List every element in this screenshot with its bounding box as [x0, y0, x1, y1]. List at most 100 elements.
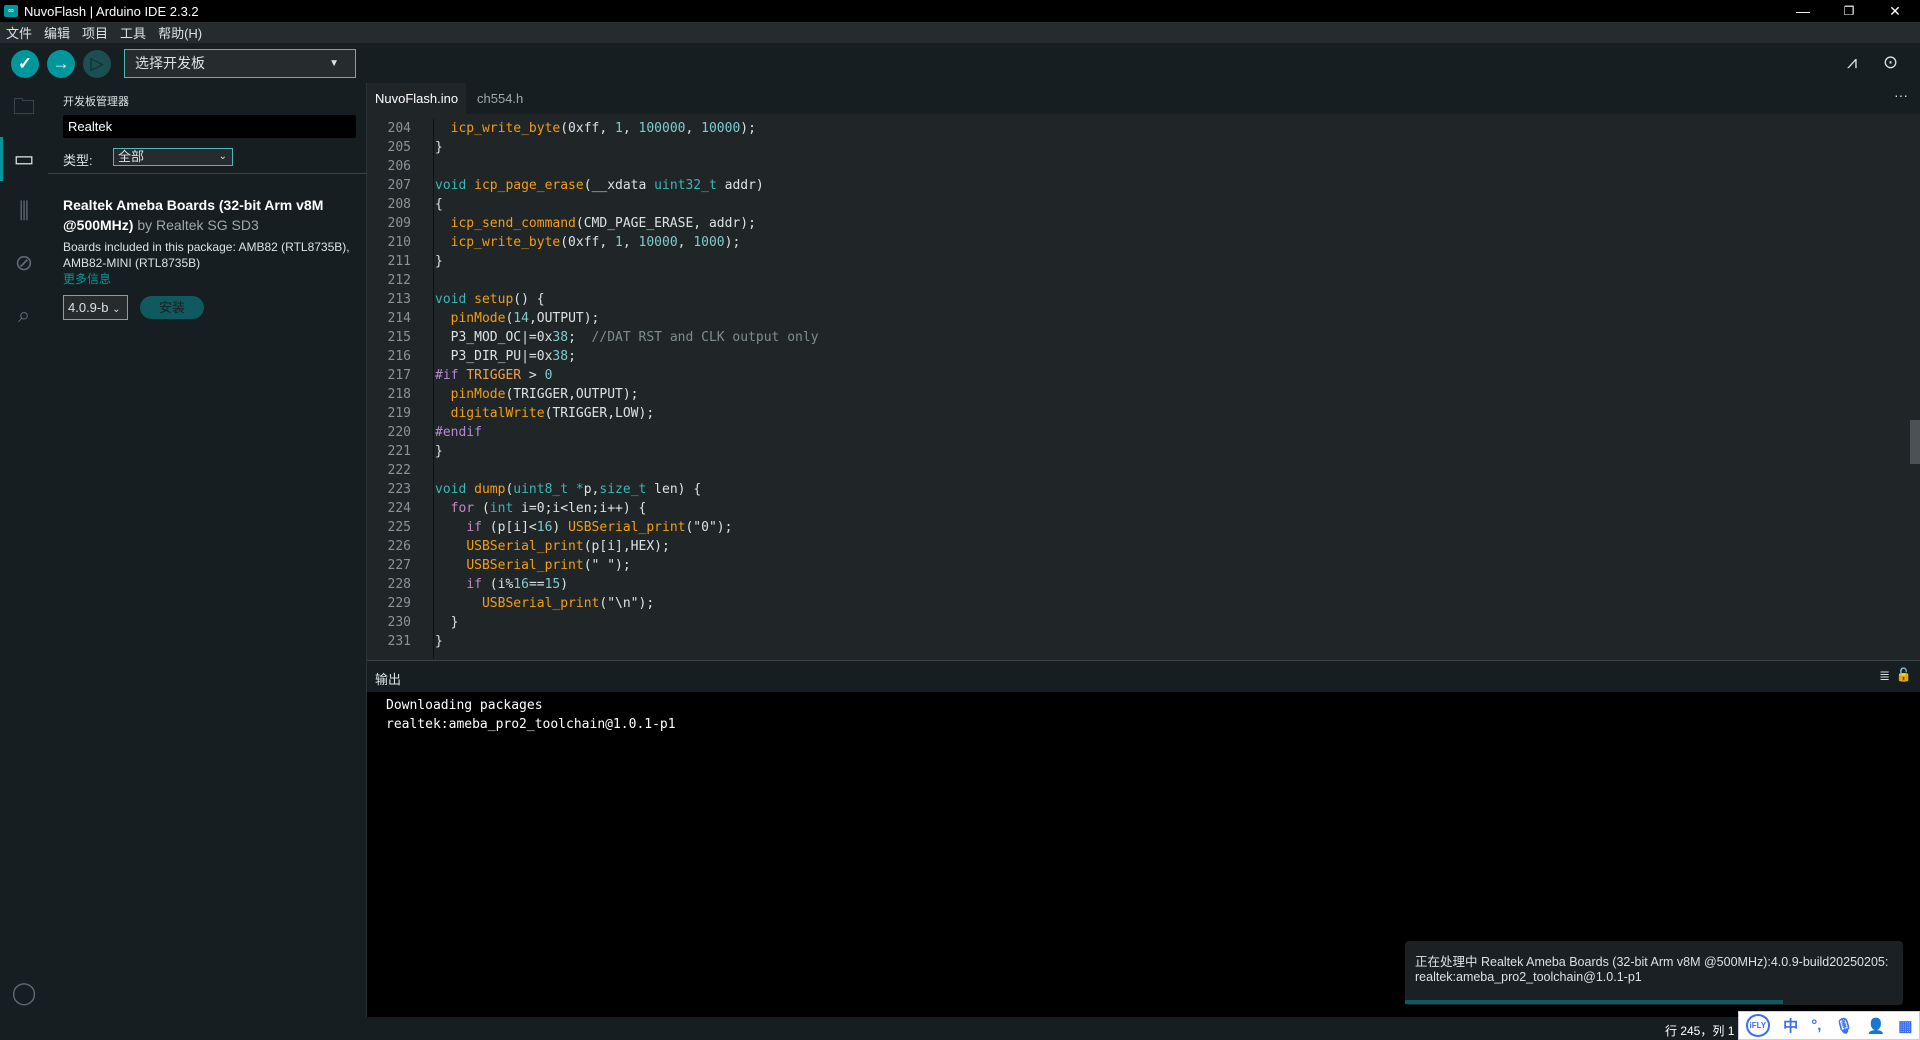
line-number: 231: [387, 634, 411, 649]
ifly-logo-icon[interactable]: iFLY: [1745, 1014, 1771, 1037]
more-tabs-icon[interactable]: ···: [1894, 87, 1908, 103]
close-button[interactable]: ✕: [1872, 0, 1918, 22]
code-line[interactable]: #if TRIGGER > 0: [435, 368, 552, 383]
code-token: }: [435, 444, 443, 459]
code-line[interactable]: P3_DIR_PU|=0x38;: [435, 349, 576, 364]
code-line[interactable]: digitalWrite(TRIGGER,LOW);: [435, 406, 655, 421]
activity-bar: 🗀 ▭ ⫼ ⊘ ⌕ ◯: [0, 83, 48, 1017]
line-number: 227: [387, 558, 411, 573]
code-token: p,: [583, 482, 600, 497]
code-line[interactable]: }: [435, 634, 443, 649]
install-button[interactable]: 安装: [140, 296, 204, 319]
code-token: 16: [513, 577, 529, 592]
line-number: 223: [387, 482, 411, 497]
code-line[interactable]: pinMode(TRIGGER,OUTPUT);: [435, 387, 639, 402]
search-icon[interactable]: ⌕: [10, 301, 38, 329]
code-token: ,: [622, 121, 639, 136]
vertical-scrollbar[interactable]: [1910, 420, 1920, 464]
debug-button[interactable]: ▷: [83, 50, 111, 78]
code-token: #if: [435, 368, 459, 383]
serial-monitor-icon[interactable]: ⊙: [1883, 52, 1898, 73]
apps-grid-icon[interactable]: ▦: [1898, 1017, 1912, 1035]
type-filter-select[interactable]: 全部 ⌄: [113, 148, 233, 166]
code-token: 0: [544, 368, 553, 383]
debug-disabled-icon[interactable]: ⊘: [10, 249, 38, 277]
menu-help[interactable]: 帮助(H): [152, 23, 208, 42]
tab-nuvoflash-ino[interactable]: NuvoFlash.ino: [367, 83, 467, 114]
line-number: 220: [387, 425, 411, 440]
restore-button[interactable]: ❐: [1826, 0, 1872, 22]
code-line[interactable]: {: [435, 197, 443, 212]
line-number: 211: [387, 254, 411, 269]
code-line[interactable]: void dump(uint8_t *p,size_t len) {: [435, 482, 701, 497]
punctuation-icon[interactable]: °,: [1811, 1017, 1821, 1034]
chevron-down-icon: ⌄: [112, 304, 121, 315]
code-token: 10000: [638, 235, 678, 250]
account-icon[interactable]: ◯: [10, 979, 38, 1007]
code-line[interactable]: void setup() {: [435, 292, 545, 307]
code-line[interactable]: P3_MOD_OC|=0x38; //DAT RST and CLK outpu…: [435, 330, 819, 345]
output-line: realtek:ameba_pro2_toolchain@1.0.1-p1: [386, 717, 676, 732]
code-token: (0xff,: [560, 235, 616, 250]
folder-icon[interactable]: 🗀: [10, 93, 38, 121]
code-line[interactable]: USBSerial_print(p[i],HEX);: [435, 539, 670, 554]
code-token: >: [521, 368, 545, 383]
code-line[interactable]: USBSerial_print("\n");: [435, 596, 654, 611]
upload-button[interactable]: →: [47, 50, 75, 78]
code-token: 14: [513, 311, 529, 326]
code-line[interactable]: for (int i=0;i<len;i++) {: [435, 501, 647, 516]
code-token: USBSerial_print: [466, 558, 584, 573]
panel-title: 开发板管理器: [63, 96, 129, 108]
code-line[interactable]: }: [435, 254, 443, 269]
code-token: 15: [544, 577, 561, 592]
lock-scroll-icon[interactable]: 🔓: [1896, 667, 1912, 683]
code-line[interactable]: USBSerial_print(" ");: [435, 558, 630, 573]
verify-button[interactable]: ✓: [11, 50, 39, 78]
clear-output-icon[interactable]: ≣: [1879, 668, 1890, 684]
code-line[interactable]: void icp_page_erase(__xdata uint32_t add…: [435, 178, 764, 193]
caret-down-icon: ▼: [329, 58, 339, 69]
serial-plotter-icon[interactable]: ⩘: [1847, 52, 1857, 73]
code-token: P3_DIR_PU|=0x: [435, 349, 553, 364]
board-selector[interactable]: 选择开发板 ▼: [124, 49, 356, 78]
code-area[interactable]: 204 icp_write_byte(0xff, 1, 100000, 1000…: [367, 119, 1902, 659]
board-search-input[interactable]: [63, 115, 356, 138]
ime-language-toggle[interactable]: 中: [1783, 1015, 1798, 1036]
user-icon[interactable]: 👤: [1867, 1017, 1886, 1035]
library-icon[interactable]: ⫼: [10, 197, 38, 225]
title-bar: ∞ NuvoFlash | Arduino IDE 2.3.2 — ❐ ✕: [0, 0, 1920, 22]
line-number: 214: [387, 311, 411, 326]
code-token: (CMD_PAGE_ERASE, addr);: [575, 216, 756, 231]
menu-sketch[interactable]: 项目: [76, 23, 114, 42]
code-token: ): [552, 520, 569, 535]
line-number: 209: [387, 216, 411, 231]
toolbar: ✓ → ▷ 选择开发板 ▼ ⩘ ⊙: [0, 43, 1920, 83]
microphone-icon[interactable]: 🎙: [1834, 1017, 1853, 1035]
code-line[interactable]: icp_write_byte(0xff, 1, 10000, 1000);: [435, 235, 741, 250]
code-line[interactable]: icp_send_command(CMD_PAGE_ERASE, addr);: [435, 216, 756, 231]
menu-tools[interactable]: 工具: [114, 23, 152, 42]
code-token: uint32_t: [654, 178, 717, 193]
code-line[interactable]: }: [435, 444, 443, 459]
code-token: }: [435, 254, 443, 269]
boards-manager-icon[interactable]: ▭: [10, 145, 38, 173]
output-header: 输出 ≣ 🔓: [367, 660, 1920, 692]
code-line[interactable]: #endif: [435, 425, 482, 440]
tab-ch554-h[interactable]: ch554.h: [469, 83, 531, 114]
package-author: by Realtek SG SD3: [137, 217, 259, 233]
menu-file[interactable]: 文件: [0, 23, 38, 42]
code-line[interactable]: }: [435, 140, 443, 155]
code-token: icp_send_command: [450, 216, 576, 231]
code-line[interactable]: if (i%16==15): [435, 577, 568, 592]
code-line[interactable]: icp_write_byte(0xff, 1, 100000, 10000);: [435, 121, 756, 136]
version-select[interactable]: 4.0.9-b ⌄: [63, 295, 128, 320]
more-info-link[interactable]: 更多信息: [63, 271, 353, 287]
code-line[interactable]: pinMode(14,OUTPUT);: [435, 311, 600, 326]
minimize-button[interactable]: —: [1780, 0, 1826, 22]
menu-bar: 文件 编辑 项目 工具 帮助(H): [0, 22, 1920, 43]
code-token: ,OUTPUT);: [528, 311, 600, 326]
code-line[interactable]: if (p[i]<16) USBSerial_print("0");: [435, 520, 732, 535]
menu-edit[interactable]: 编辑: [38, 23, 76, 42]
code-line[interactable]: }: [435, 615, 459, 630]
